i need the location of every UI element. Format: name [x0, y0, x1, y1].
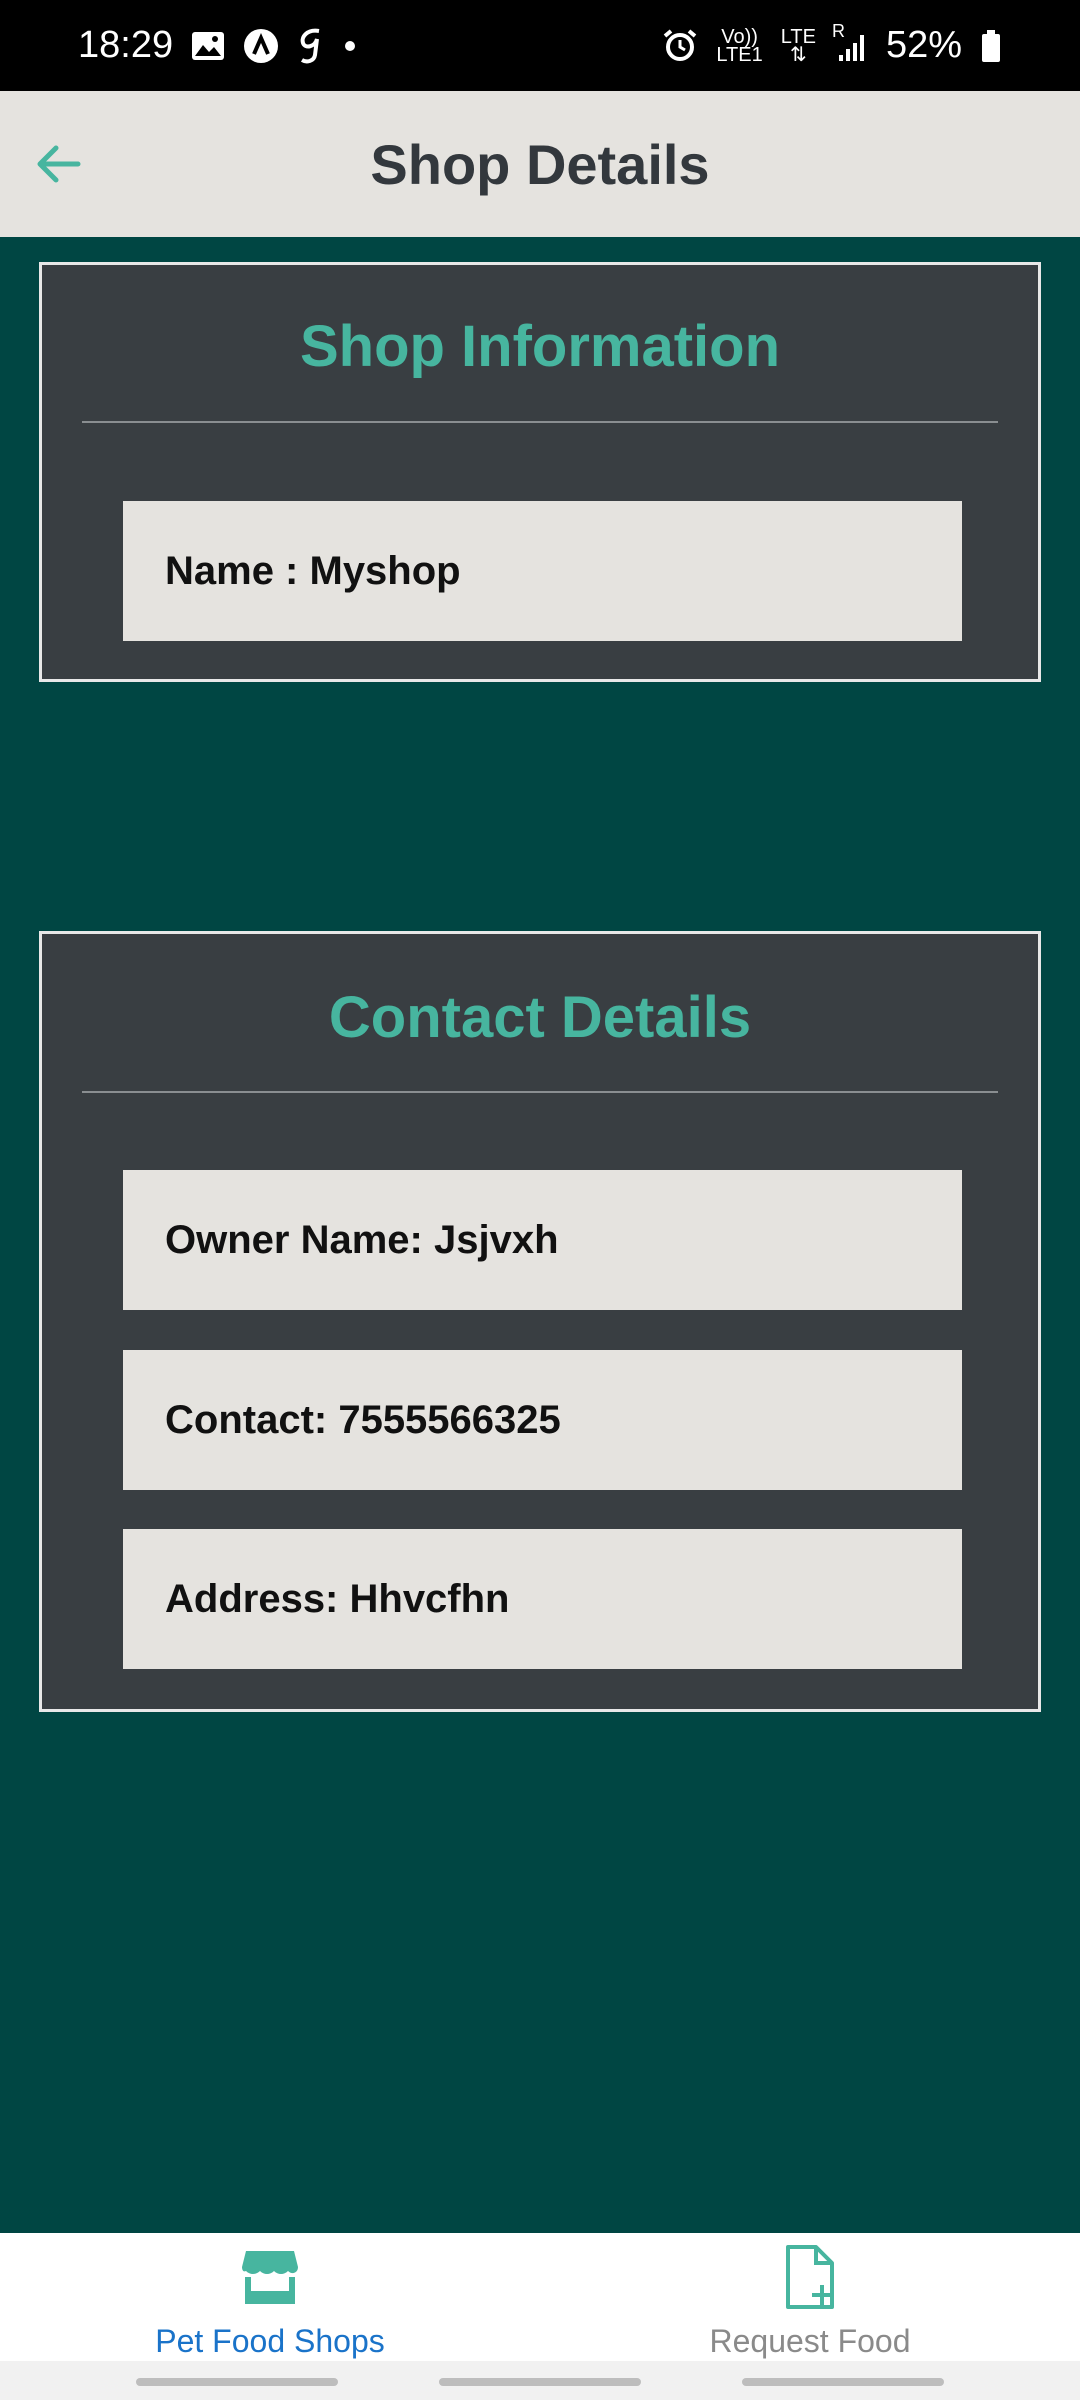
contact-details-card: Contact Details Owner Name: Jsjvxh Conta… [39, 931, 1041, 1712]
alarm-icon [662, 28, 698, 64]
status-time: 18:29 [78, 24, 174, 66]
owner-name-field: Owner Name: Jsjvxh [123, 1170, 962, 1310]
page-title: Shop Details [370, 132, 710, 196]
nav-label-request-food: Request Food [709, 2323, 911, 2359]
store-icon [240, 2245, 300, 2309]
signal-icon: R [832, 21, 868, 63]
address-field: Address: Hhvcfhn [123, 1529, 962, 1669]
back-gesture[interactable] [742, 2378, 944, 2386]
roaming-text: R [831, 20, 845, 41]
file-add-icon [784, 2245, 836, 2309]
volte-indicator: Vo)) LTE1 [716, 25, 763, 66]
status-bar: 18:29 Vo)) LTE1 LTE ⇅ R 52% [0, 0, 1080, 91]
shop-information-title: Shop Information [299, 314, 781, 379]
a-circle-icon [243, 28, 279, 64]
arrow-left-icon [37, 145, 81, 183]
bottom-navigation: Pet Food Shops Request Food [0, 2233, 1080, 2361]
lte1-text: LTE1 [716, 43, 763, 66]
status-left: 18:29 [78, 24, 357, 67]
image-icon [191, 31, 225, 61]
nav-item-pet-food-shops[interactable]: Pet Food Shops [0, 2233, 540, 2361]
g-icon [297, 27, 325, 65]
recent-apps-gesture[interactable] [136, 2378, 338, 2386]
app-bar: Shop Details [0, 91, 1080, 237]
data-arrows-icon: ⇅ [789, 43, 807, 66]
status-right: Vo)) LTE1 LTE ⇅ R 52% [662, 21, 1002, 67]
battery-percent: 52% [885, 24, 962, 66]
divider [82, 1091, 998, 1093]
volte-text: Vo)) [721, 25, 758, 48]
home-gesture[interactable] [439, 2378, 641, 2386]
nav-label-pet-food-shops: Pet Food Shops [155, 2323, 385, 2359]
contact-number-field: Contact: 7555566325 [123, 1350, 962, 1490]
gesture-bar [0, 2361, 1080, 2400]
shop-name-field: Name : Myshop [123, 501, 962, 641]
nav-item-request-food[interactable]: Request Food [540, 2233, 1080, 2361]
lte-indicator: LTE ⇅ [780, 25, 816, 66]
battery-icon [980, 29, 1002, 63]
divider [82, 421, 998, 423]
dot-icon [343, 39, 357, 53]
shop-information-card: Shop Information Name : Myshop [39, 262, 1041, 682]
lte-text: LTE [780, 25, 816, 48]
contact-details-title: Contact Details [328, 985, 752, 1050]
back-button[interactable] [28, 134, 88, 194]
